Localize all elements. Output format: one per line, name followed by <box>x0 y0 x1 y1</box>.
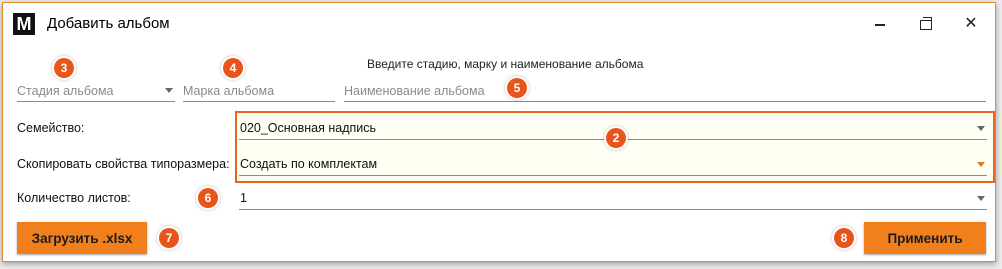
minimize-button[interactable] <box>867 11 893 37</box>
instruction-text: Введите стадию, марку и наименование аль… <box>367 57 644 71</box>
app-logo: M <box>13 13 35 35</box>
callout-badge-3: 3 <box>54 58 74 78</box>
mark-placeholder: Марка альбома <box>183 84 275 98</box>
stage-dropdown[interactable]: Стадия альбома <box>17 77 175 102</box>
callout-badge-2: 2 <box>606 128 626 148</box>
window-title: Добавить альбом <box>47 15 170 32</box>
copy-props-dropdown[interactable]: Создать по комплектам <box>239 151 987 176</box>
maximize-button[interactable] <box>913 11 939 37</box>
chevron-down-icon <box>165 88 173 93</box>
callout-badge-7: 7 <box>159 228 179 248</box>
chevron-down-icon <box>977 162 985 167</box>
sheets-dropdown[interactable]: 1 <box>239 185 987 210</box>
callout-badge-8: 8 <box>834 228 854 248</box>
sheets-value: 1 <box>240 191 247 205</box>
album-name-input[interactable]: Наименование альбома <box>344 77 986 102</box>
family-value: 020_Основная надпись <box>240 121 377 135</box>
chevron-down-icon <box>977 196 985 201</box>
chevron-down-icon <box>977 126 985 131</box>
close-button[interactable]: ✕ <box>958 11 984 37</box>
add-album-dialog: M Добавить альбом ✕ Введите стадию, марк… <box>2 2 996 262</box>
title-bar: M Добавить альбом ✕ <box>3 3 995 43</box>
callout-badge-5: 5 <box>507 78 527 98</box>
copy-props-value: Создать по комплектам <box>240 157 378 171</box>
sheets-label: Количество листов: <box>17 191 131 205</box>
callout-badge-6: 6 <box>198 188 218 208</box>
stage-placeholder: Стадия альбома <box>17 84 114 98</box>
minimize-icon <box>875 24 885 27</box>
album-name-placeholder: Наименование альбома <box>344 84 485 98</box>
close-icon: ✕ <box>964 15 978 32</box>
apply-button[interactable]: Применить <box>864 222 986 254</box>
copy-props-label: Скопировать свойства типоразмера: <box>17 157 230 171</box>
family-label: Семейство: <box>17 121 85 135</box>
mark-input[interactable]: Марка альбома <box>183 77 335 102</box>
callout-badge-4: 4 <box>223 58 243 78</box>
load-xlsx-button[interactable]: Загрузить .xlsx <box>17 222 147 254</box>
maximize-icon <box>920 17 932 31</box>
